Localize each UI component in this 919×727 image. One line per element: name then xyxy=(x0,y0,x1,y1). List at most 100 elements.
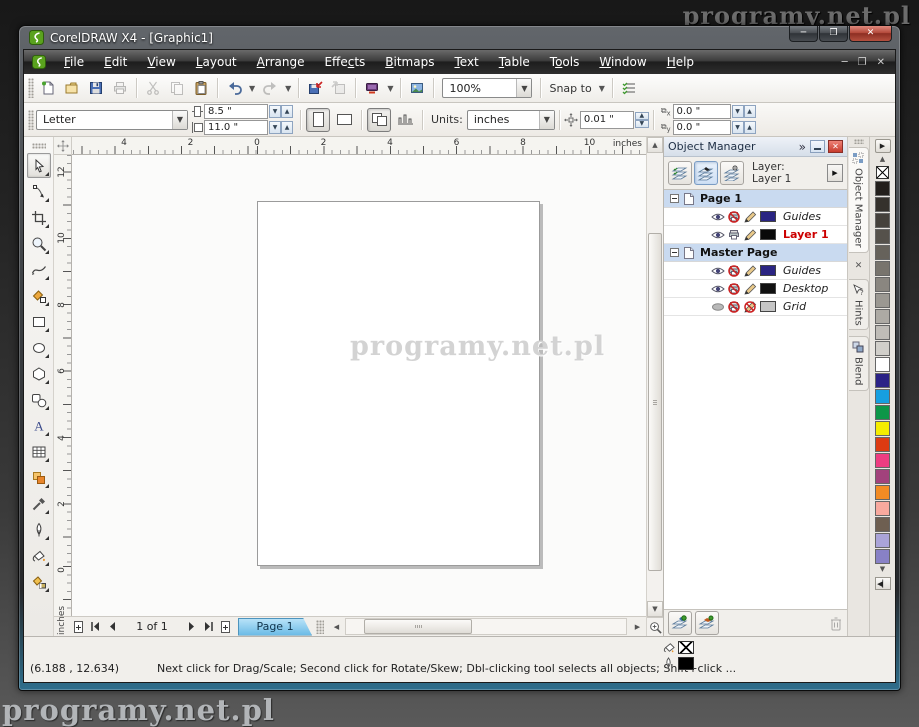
rectangle-tool[interactable] xyxy=(27,309,51,334)
menu-edit[interactable]: Edit xyxy=(94,52,137,72)
spin-up-icon[interactable]: ▲ xyxy=(635,112,649,120)
tab-hints[interactable]: ? Hints xyxy=(849,279,869,331)
color-swatch[interactable] xyxy=(875,453,890,468)
maximize-button[interactable]: ❐ xyxy=(819,26,848,42)
layer-row[interactable]: Layer 1 xyxy=(664,226,847,244)
menu-bitmaps[interactable]: Bitmaps xyxy=(375,52,444,72)
menu-window[interactable]: Window xyxy=(589,52,656,72)
landscape-button[interactable] xyxy=(332,108,356,132)
color-swatch[interactable] xyxy=(875,357,890,372)
pencil-icon[interactable] xyxy=(742,229,758,241)
color-swatch[interactable] xyxy=(875,197,890,212)
tab-blend[interactable]: Blend xyxy=(849,336,869,390)
scroll-down-icon[interactable]: ▼ xyxy=(647,601,663,617)
add-page-before-button[interactable] xyxy=(70,618,87,635)
printer-disabled-icon[interactable] xyxy=(726,283,742,295)
spin-down-icon[interactable]: ▼ xyxy=(732,121,744,134)
export-button[interactable] xyxy=(327,76,351,100)
layer-row[interactable]: Guides xyxy=(664,208,847,226)
docker-close-button[interactable]: ✕ xyxy=(828,140,843,153)
color-swatch[interactable] xyxy=(875,533,890,548)
nudge-field[interactable]: 0.01 " xyxy=(580,111,634,129)
menu-file[interactable]: File xyxy=(54,52,94,72)
save-button[interactable] xyxy=(84,76,108,100)
application-launcher-button[interactable] xyxy=(360,76,384,100)
all-pages-button[interactable] xyxy=(367,108,391,132)
smart-fill-tool[interactable] xyxy=(27,283,51,308)
menu-arrange[interactable]: Arrange xyxy=(247,52,315,72)
pan-zoom-button[interactable] xyxy=(647,617,663,636)
close-button[interactable]: ✕ xyxy=(849,26,892,42)
visibility-eye-icon[interactable] xyxy=(710,211,726,223)
current-page-button[interactable] xyxy=(393,108,417,132)
show-object-properties-button[interactable] xyxy=(668,161,692,185)
pencil-disabled-icon[interactable] xyxy=(742,301,758,313)
zoom-tool[interactable] xyxy=(27,231,51,256)
visibility-eye-icon[interactable] xyxy=(710,229,726,241)
snap-to-chevron-icon[interactable]: ▼ xyxy=(596,84,608,93)
color-swatch[interactable] xyxy=(875,485,890,500)
interactive-fill-tool[interactable] xyxy=(27,569,51,594)
outline-color-swatch[interactable] xyxy=(678,657,694,670)
mdi-close-icon[interactable]: ✕ xyxy=(877,57,885,68)
open-button[interactable] xyxy=(60,76,84,100)
layer-color-swatch[interactable] xyxy=(760,211,776,222)
docker-flyout-button[interactable]: ▶ xyxy=(827,164,843,182)
layer-group-header[interactable]: Page 1 xyxy=(664,190,847,208)
last-page-button[interactable] xyxy=(200,618,217,635)
color-swatch[interactable] xyxy=(875,325,890,340)
vertical-ruler[interactable]: 121086420 xyxy=(54,155,72,616)
cut-button[interactable] xyxy=(141,76,165,100)
polygon-tool[interactable] xyxy=(27,361,51,386)
scroll-up-icon[interactable]: ▲ xyxy=(647,137,663,153)
import-button[interactable] xyxy=(303,76,327,100)
palette-flyout-button[interactable]: ▶ xyxy=(875,139,891,153)
layer-color-swatch[interactable] xyxy=(760,283,776,294)
layer-name[interactable]: Guides xyxy=(783,210,821,223)
shape-tool[interactable] xyxy=(27,179,51,204)
menu-help[interactable]: Help xyxy=(657,52,704,72)
printer-icon[interactable] xyxy=(726,229,742,241)
outline-tool[interactable] xyxy=(27,517,51,542)
app-menu-icon[interactable] xyxy=(24,53,54,71)
chevron-down-icon[interactable]: ▼ xyxy=(539,111,554,129)
menu-view[interactable]: View xyxy=(137,52,185,72)
docker-minimize-button[interactable] xyxy=(810,140,825,153)
layer-name[interactable]: Grid xyxy=(783,300,806,313)
color-swatch[interactable] xyxy=(875,373,890,388)
titlebar[interactable]: CorelDRAW X4 - [Graphic1] ─ ❐ ✕ xyxy=(23,26,896,49)
visibility-eye-icon[interactable] xyxy=(710,265,726,277)
copy-button[interactable] xyxy=(165,76,189,100)
color-swatch[interactable] xyxy=(875,437,890,452)
color-swatch[interactable] xyxy=(875,549,890,564)
collapse-icon[interactable] xyxy=(670,248,679,257)
paste-button[interactable] xyxy=(189,76,213,100)
color-swatch[interactable] xyxy=(875,421,890,436)
layer-color-swatch[interactable] xyxy=(760,229,776,240)
redo-button[interactable] xyxy=(258,76,282,100)
pencil-icon[interactable] xyxy=(742,211,758,223)
chevron-down-icon[interactable]: ▼ xyxy=(516,79,531,97)
docker-header[interactable]: Object Manager » ✕ xyxy=(664,137,847,157)
palette-scroll-up-icon[interactable]: ▲ xyxy=(880,155,885,165)
layer-manager-view-button[interactable] xyxy=(720,161,744,185)
layer-name[interactable]: Guides xyxy=(783,264,821,277)
paper-type-combo[interactable]: Letter ▼ xyxy=(36,110,188,130)
crop-tool[interactable] xyxy=(27,205,51,230)
new-document-button[interactable] xyxy=(36,76,60,100)
no-color-swatch[interactable] xyxy=(875,165,890,180)
fill-color-swatch[interactable] xyxy=(678,641,694,654)
layer-color-swatch[interactable] xyxy=(760,301,776,312)
scroll-left-icon[interactable]: ◀ xyxy=(328,618,345,635)
menu-tools[interactable]: Tools xyxy=(540,52,590,72)
portrait-button[interactable] xyxy=(306,108,330,132)
chevron-down-icon[interactable]: ▼ xyxy=(384,84,396,93)
color-swatch[interactable] xyxy=(875,229,890,244)
palette-expand-button[interactable]: ◀▏ xyxy=(875,577,891,590)
visibility-eye-disabled-icon[interactable] xyxy=(710,301,726,313)
pencil-icon[interactable] xyxy=(742,265,758,277)
color-swatch[interactable] xyxy=(875,277,890,292)
undo-button[interactable] xyxy=(222,76,246,100)
layer-group-header[interactable]: Master Page xyxy=(664,244,847,262)
horizontal-scroll-thumb[interactable] xyxy=(364,619,472,634)
